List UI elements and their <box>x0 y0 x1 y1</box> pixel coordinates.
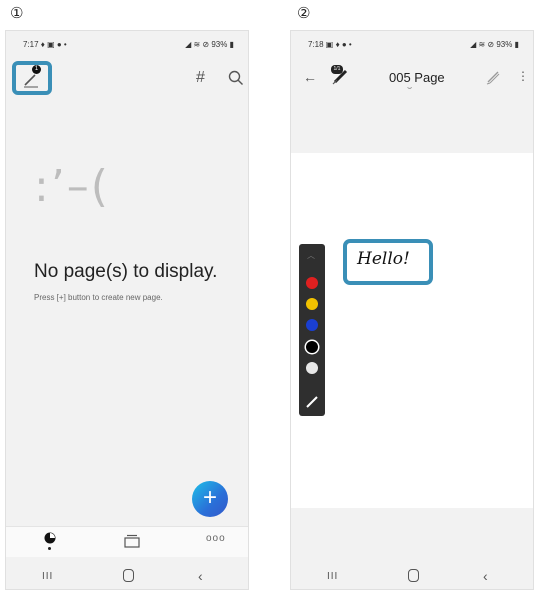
empty-face-emoticon: :’–( <box>34 161 110 212</box>
screen-page-editor: 7:18 ▣ ♦ ● • ◢ ≋ ⊘ 93% ▮ ← 1/1 005 Page … <box>290 30 534 590</box>
tag-icon[interactable]: # <box>196 69 205 87</box>
color-palette: ︿ <box>299 244 325 416</box>
search-icon[interactable] <box>228 70 244 86</box>
color-swatch-white[interactable] <box>306 362 318 374</box>
pages-tab-icon[interactable] <box>124 534 140 548</box>
pen-count-badge: 1 <box>32 65 41 74</box>
bottom-tab-bar: ooo <box>6 526 248 557</box>
color-swatch-red[interactable] <box>306 277 318 289</box>
recent-apps-button[interactable]: III <box>327 571 338 582</box>
status-bar: 7:18 ▣ ♦ ● • ◢ ≋ ⊘ 93% ▮ <box>291 31 533 49</box>
home-button[interactable] <box>123 569 134 582</box>
active-tab-indicator <box>48 547 51 550</box>
color-swatch-black[interactable] <box>306 341 318 353</box>
step-number-2: ② <box>297 4 311 22</box>
color-swatch-blue[interactable] <box>306 319 318 331</box>
pen-tool-icon[interactable] <box>302 392 322 412</box>
more-tab-icon[interactable]: ooo <box>206 533 226 544</box>
back-button[interactable]: ‹ <box>198 568 203 584</box>
status-bar: 7:17 ♦ ▣ ● • ◢ ≋ ⊘ 93% ▮ <box>6 31 248 49</box>
status-time: 7:18 ▣ ♦ ● • <box>308 40 352 49</box>
recent-tab-icon[interactable] <box>44 532 56 544</box>
pencil-icon[interactable] <box>485 69 501 85</box>
empty-state-title: No page(s) to display. <box>34 261 218 282</box>
status-indicators: ◢ ≋ ⊘ 93% ▮ <box>185 40 234 49</box>
empty-state-hint: Press [+] button to create new page. <box>34 293 163 302</box>
handwritten-text: Hello! <box>357 249 410 269</box>
back-arrow-icon[interactable]: ← <box>303 69 317 85</box>
system-navigation-bar: III ‹ <box>6 559 248 589</box>
status-indicators: ◢ ≋ ⊘ 93% ▮ <box>470 40 519 49</box>
status-time: 7:17 ♦ ▣ ● • <box>23 40 67 49</box>
back-button[interactable]: ‹ <box>483 568 488 584</box>
chevron-up-icon[interactable]: ︿ <box>307 250 315 261</box>
system-navigation-bar: III ‹ <box>291 559 533 589</box>
screen-empty-list: 7:17 ♦ ▣ ● • ◢ ≋ ⊘ 93% ▮ 1 # :’–( No pag… <box>5 30 249 590</box>
drawing-canvas[interactable] <box>291 153 533 508</box>
pen-count-badge: 1/1 <box>331 65 343 74</box>
chevron-down-icon[interactable]: ⌣ <box>407 83 412 93</box>
home-button[interactable] <box>408 569 419 582</box>
color-swatch-yellow[interactable] <box>306 298 318 310</box>
handwriting-highlight: Hello! <box>343 239 433 285</box>
more-options-icon[interactable]: ⋮ <box>517 69 529 83</box>
recent-apps-button[interactable]: III <box>42 571 53 582</box>
step-number-1: ① <box>10 4 24 22</box>
add-page-button[interactable]: + <box>192 481 228 517</box>
page-title[interactable]: 005 Page <box>389 70 445 85</box>
